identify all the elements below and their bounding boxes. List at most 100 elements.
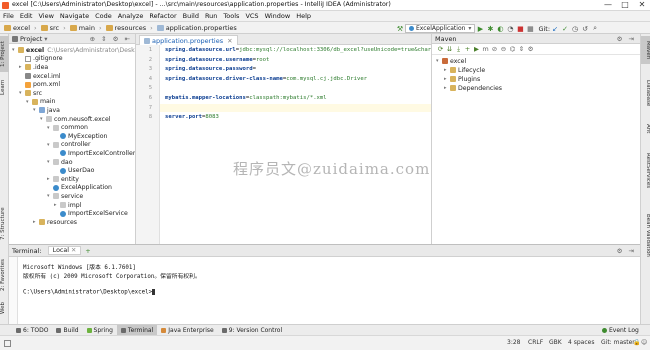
menu-analyze[interactable]: Analyze <box>115 11 147 21</box>
lock-icon[interactable]: 🔒 <box>633 339 640 346</box>
menu-file[interactable]: File <box>0 11 17 21</box>
project-tree-item[interactable]: ▸ entity <box>47 175 79 184</box>
favorites-tool-tab[interactable]: 2: Favorites <box>0 256 9 294</box>
breadcrumb-src[interactable]: src › <box>40 24 66 32</box>
project-tree-item[interactable]: excel.iml <box>19 72 61 81</box>
maven-tree-item[interactable]: ▸ Dependencies <box>444 84 502 93</box>
close-tab-icon[interactable]: ✕ <box>227 37 232 45</box>
project-tree-item[interactable]: ▾excelC:\Users\Administrator\Desktop\exc… <box>12 46 135 55</box>
code-line[interactable]: server.port=8083 <box>165 114 219 120</box>
search-icon[interactable]: ⌕ <box>590 24 600 33</box>
code-line[interactable]: spring.datasource.driver-class-name=com.… <box>165 76 367 82</box>
structure-tool-tab[interactable]: 7: Structure <box>0 204 9 244</box>
git-update-icon[interactable]: ↙ <box>550 25 560 33</box>
execute-goal-icon[interactable]: m <box>481 45 490 53</box>
indent-setting[interactable]: 4 spaces <box>568 339 594 346</box>
project-tree-item[interactable]: ▾ main <box>26 98 55 107</box>
menu-code[interactable]: Code <box>92 11 115 21</box>
project-tree-item[interactable]: ▾ com.neusoft.excel <box>40 115 110 124</box>
menu-edit[interactable]: Edit <box>17 11 36 21</box>
menu-vcs[interactable]: VCS <box>242 11 261 21</box>
user-icon[interactable]: ☺ <box>641 339 647 346</box>
tab-application-properties[interactable]: application.properties ✕ <box>139 35 238 45</box>
menu-refactor[interactable]: Refactor <box>146 11 179 21</box>
menu-help[interactable]: Help <box>293 11 314 21</box>
maven-tree-item[interactable]: ▸ Lifecycle <box>444 66 485 75</box>
bean-validation-tool-tab[interactable]: Bean Validation <box>641 204 650 266</box>
project-tree-item[interactable]: UserDao <box>54 166 94 175</box>
code-line[interactable]: spring.datasource.username=root <box>165 57 269 63</box>
rollback-icon[interactable]: ↺ <box>580 25 590 33</box>
new-terminal-icon[interactable]: + <box>85 247 90 255</box>
file-encoding[interactable]: GBK <box>549 339 562 346</box>
toggle-offline-icon[interactable]: ⊘ <box>490 45 499 53</box>
hammer-build-icon[interactable]: ⚒ <box>395 25 405 33</box>
chevron-down-icon[interactable]: ▾ <box>44 35 47 43</box>
run-configuration-select[interactable]: ExcelApplication ▾ <box>405 24 476 33</box>
terminal-prompt[interactable]: C:\Users\Administrator\Desktop\excel> <box>23 289 156 296</box>
panel-actions-icons[interactable]: ⊕ ⇕ ⚙ ⇤ <box>90 35 132 43</box>
git-commit-icon[interactable]: ✓ <box>560 25 570 33</box>
git-history-icon[interactable]: ◷ <box>570 25 580 33</box>
menu-tools[interactable]: Tools <box>220 11 242 21</box>
breadcrumb-main[interactable]: main › <box>69 24 102 32</box>
panel-settings-icons[interactable]: ⚙ ⇥ <box>617 35 636 43</box>
close-button[interactable]: ✕ <box>634 0 650 11</box>
maven-tree-item[interactable]: ▸ Plugins <box>444 75 480 84</box>
project-tree-item[interactable]: ▸ resources <box>33 218 77 227</box>
restservices-tool-tab[interactable]: RestServices <box>641 146 650 196</box>
line-separator[interactable]: CRLF <box>528 339 543 346</box>
menu-build[interactable]: Build <box>180 11 202 21</box>
menu-window[interactable]: Window <box>262 11 294 21</box>
settings-icon[interactable]: ⚙ <box>526 45 535 53</box>
project-tree-item[interactable]: ▾ service <box>47 192 83 201</box>
structure-icon[interactable]: ▦ <box>525 25 535 33</box>
maven-tree-item[interactable]: ▾ excel <box>436 57 466 66</box>
project-tree-item[interactable]: ▾ controller <box>47 141 91 150</box>
event-log-button[interactable]: Event Log <box>598 325 643 335</box>
profile-icon[interactable]: ◔ <box>505 25 515 33</box>
breadcrumb-excel[interactable]: excel › <box>4 24 37 32</box>
maximize-button[interactable]: □ <box>617 0 633 11</box>
java-enterprise-tool-button[interactable]: Java Enterprise <box>157 325 217 335</box>
code-line[interactable]: spring.datasource.url=jdbc:mysql://local… <box>165 47 441 53</box>
project-tool-tab[interactable]: 1: Project <box>0 36 9 72</box>
project-tree-item[interactable]: ExcelApplication <box>47 184 112 193</box>
project-tree-item[interactable]: ImportExcelService <box>54 209 128 218</box>
ant-tool-tab[interactable]: Ant <box>641 120 650 138</box>
debug-icon[interactable]: ✱ <box>485 25 495 33</box>
project-tree-item[interactable]: ImportExcelController <box>54 149 135 158</box>
skip-tests-icon[interactable]: ⊖ <box>499 45 508 53</box>
coverage-icon[interactable]: ◐ <box>495 25 505 33</box>
menu-run[interactable]: Run <box>202 11 220 21</box>
todo-tool-button[interactable]: 6: TODO <box>12 325 52 335</box>
web-tool-tab[interactable]: Web <box>0 300 9 316</box>
code-line[interactable]: spring.datasource.password= <box>165 66 256 72</box>
project-tree-item[interactable]: ▾ src <box>19 89 42 98</box>
run-maven-icon[interactable]: ▶ <box>472 45 481 53</box>
project-tree-item[interactable]: pom.xml <box>19 80 60 89</box>
project-tree-item[interactable]: MyException <box>54 132 107 141</box>
reload-icon[interactable]: ⟳ <box>436 45 445 53</box>
collapse-icon[interactable]: ⇕ <box>517 45 526 53</box>
project-tree-item[interactable]: ▸ impl <box>54 201 81 210</box>
menu-view[interactable]: View <box>35 11 56 21</box>
stop-icon[interactable]: ■ <box>515 25 525 33</box>
download-icon[interactable]: ⤓ <box>454 45 463 54</box>
project-tree-item[interactable]: ▾ java <box>33 106 60 115</box>
show-dependencies-icon[interactable]: ⌬ <box>508 45 517 53</box>
git-branch[interactable]: Git: master <box>601 339 635 346</box>
panel-settings-icons[interactable]: ⚙ ⇥ <box>617 247 636 255</box>
terminal-tab-local[interactable]: Local ✕ <box>47 246 82 255</box>
breadcrumb-application-properties[interactable]: application.properties <box>156 24 237 32</box>
version-control-tool-button[interactable]: 9: Version Control <box>218 325 286 335</box>
database-tool-tab[interactable]: Database <box>641 74 650 112</box>
project-tree-item[interactable]: ▾ dao <box>47 158 73 167</box>
project-tree-item[interactable]: ▸ .idea <box>19 63 48 72</box>
menu-navigate[interactable]: Navigate <box>57 11 92 21</box>
learn-tool-tab[interactable]: Learn <box>0 76 9 98</box>
project-tree-item[interactable]: ▾ common <box>47 123 88 132</box>
run-icon[interactable]: ▶ <box>475 25 485 33</box>
project-tree-item[interactable]: .gitignore <box>19 55 63 64</box>
generate-sources-icon[interactable]: ⇊ <box>445 45 454 53</box>
